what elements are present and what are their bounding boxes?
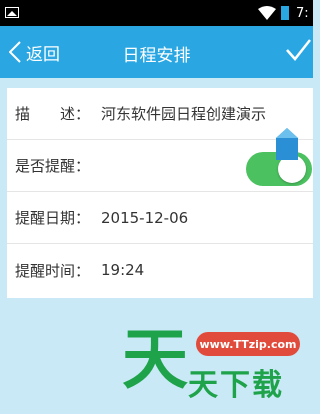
reminder-row: 是否提醒： — [7, 140, 313, 192]
page-title: 日程安排 — [122, 46, 191, 66]
reminder-label: 是否提醒： — [15, 157, 91, 175]
status-time: 7: — [296, 6, 309, 21]
description-value[interactable]: 河东软件园日程创建演示 — [101, 103, 266, 124]
date-row[interactable]: 提醒日期： 2015-12-06 — [7, 192, 313, 244]
watermark-logo-char: 天 — [122, 321, 188, 398]
description-row[interactable]: 描 述： 河东软件园日程创建演示 — [7, 88, 313, 140]
date-value[interactable]: 2015-12-06 — [101, 209, 188, 227]
time-row[interactable]: 提醒时间： 19:24 — [7, 244, 313, 296]
image-notification-icon — [5, 7, 19, 18]
date-label: 提醒日期： — [15, 209, 91, 227]
navigation-bar: 返回 日程安排 — [0, 26, 313, 78]
time-value[interactable]: 19:24 — [101, 261, 144, 279]
status-bar: 7: — [0, 0, 313, 26]
time-label: 提醒时间： — [15, 261, 91, 280]
confirm-check-button[interactable] — [285, 38, 311, 62]
watermark-url: www.TTzip.com — [196, 332, 300, 356]
wifi-icon — [258, 6, 276, 20]
battery-icon — [281, 6, 289, 20]
schedule-form: 描 述： 河东软件园日程创建演示 是否提醒： 提醒日期： 2015-12-06 … — [7, 88, 313, 298]
description-label: 描 述： — [15, 105, 91, 123]
watermark-logo: 天 www.TTzip.com 天下载 — [118, 320, 313, 414]
watermark-text: 天下载 — [188, 368, 284, 403]
text-cursor-handle-icon — [276, 128, 298, 160]
